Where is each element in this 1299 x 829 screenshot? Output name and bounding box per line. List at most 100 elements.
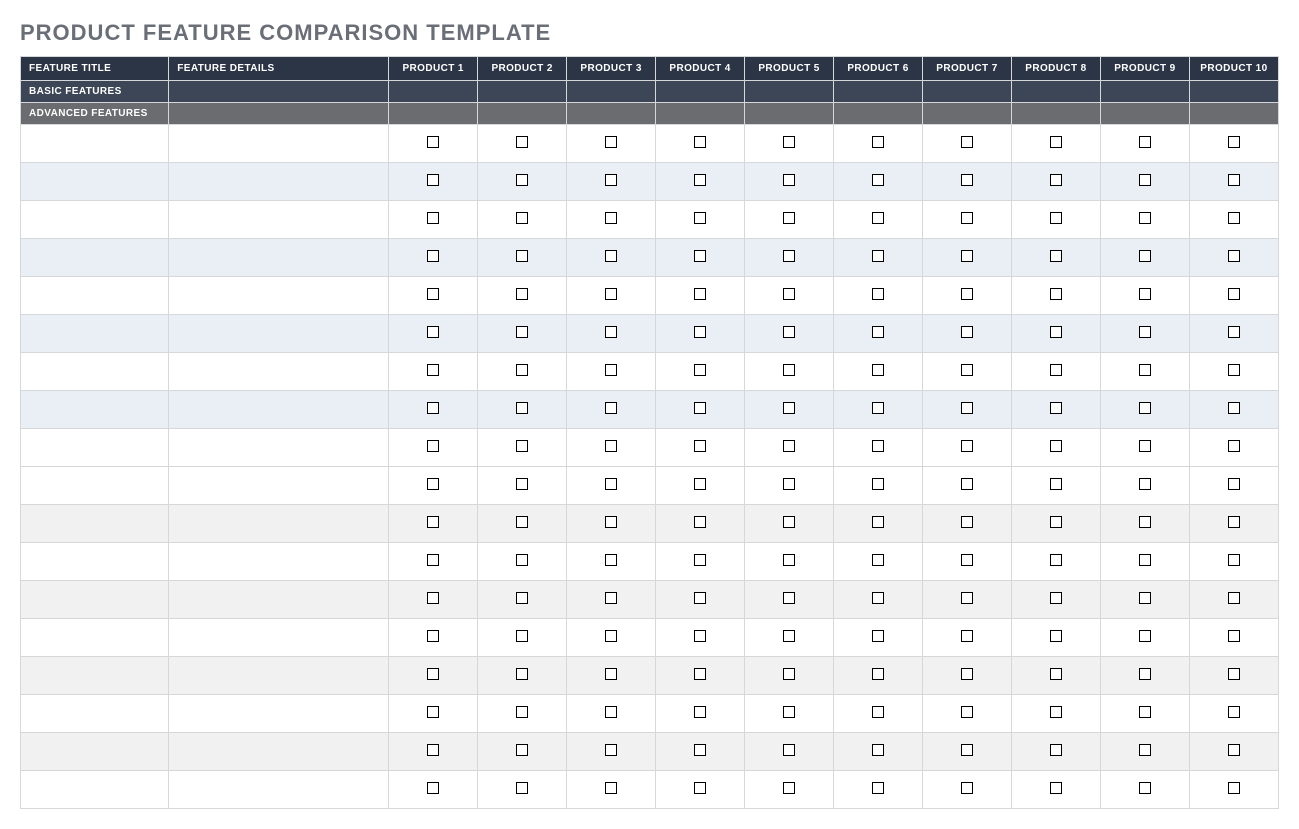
feature-checkbox[interactable]	[1228, 744, 1240, 756]
feature-checkbox[interactable]	[872, 326, 884, 338]
feature-checkbox[interactable]	[783, 402, 795, 414]
feature-checkbox[interactable]	[872, 478, 884, 490]
feature-checkbox[interactable]	[605, 326, 617, 338]
feature-checkbox[interactable]	[605, 250, 617, 262]
feature-checkbox[interactable]	[694, 782, 706, 794]
feature-checkbox[interactable]	[605, 402, 617, 414]
feature-checkbox[interactable]	[961, 364, 973, 376]
feature-checkbox[interactable]	[872, 516, 884, 528]
feature-checkbox[interactable]	[516, 744, 528, 756]
feature-checkbox[interactable]	[516, 212, 528, 224]
feature-checkbox[interactable]	[1050, 326, 1062, 338]
feature-checkbox[interactable]	[605, 668, 617, 680]
feature-checkbox[interactable]	[1139, 554, 1151, 566]
feature-checkbox[interactable]	[961, 174, 973, 186]
feature-checkbox[interactable]	[605, 554, 617, 566]
feature-checkbox[interactable]	[1228, 516, 1240, 528]
feature-checkbox[interactable]	[872, 668, 884, 680]
feature-checkbox[interactable]	[427, 592, 439, 604]
feature-checkbox[interactable]	[605, 174, 617, 186]
feature-checkbox[interactable]	[1228, 592, 1240, 604]
feature-details-cell[interactable]	[169, 391, 389, 429]
feature-checkbox[interactable]	[605, 136, 617, 148]
feature-checkbox[interactable]	[961, 326, 973, 338]
feature-checkbox[interactable]	[694, 212, 706, 224]
feature-checkbox[interactable]	[1050, 440, 1062, 452]
feature-checkbox[interactable]	[1139, 288, 1151, 300]
feature-checkbox[interactable]	[1139, 744, 1151, 756]
feature-details-cell[interactable]	[169, 277, 389, 315]
feature-checkbox[interactable]	[1139, 174, 1151, 186]
feature-checkbox[interactable]	[1139, 782, 1151, 794]
feature-checkbox[interactable]	[872, 744, 884, 756]
feature-details-cell[interactable]	[169, 315, 389, 353]
feature-checkbox[interactable]	[961, 402, 973, 414]
feature-title-cell[interactable]	[21, 277, 169, 315]
feature-details-cell[interactable]	[169, 239, 389, 277]
feature-checkbox[interactable]	[961, 554, 973, 566]
feature-checkbox[interactable]	[1050, 174, 1062, 186]
feature-checkbox[interactable]	[1228, 212, 1240, 224]
feature-checkbox[interactable]	[961, 250, 973, 262]
feature-checkbox[interactable]	[427, 744, 439, 756]
feature-checkbox[interactable]	[694, 668, 706, 680]
feature-checkbox[interactable]	[694, 478, 706, 490]
feature-checkbox[interactable]	[1050, 744, 1062, 756]
feature-checkbox[interactable]	[1139, 212, 1151, 224]
feature-checkbox[interactable]	[516, 668, 528, 680]
feature-checkbox[interactable]	[872, 592, 884, 604]
feature-checkbox[interactable]	[1228, 174, 1240, 186]
feature-checkbox[interactable]	[783, 744, 795, 756]
feature-checkbox[interactable]	[427, 326, 439, 338]
feature-checkbox[interactable]	[516, 250, 528, 262]
feature-checkbox[interactable]	[1050, 212, 1062, 224]
feature-checkbox[interactable]	[1050, 516, 1062, 528]
feature-checkbox[interactable]	[516, 554, 528, 566]
feature-details-cell[interactable]	[169, 163, 389, 201]
feature-title-cell[interactable]	[21, 239, 169, 277]
feature-checkbox[interactable]	[1139, 402, 1151, 414]
feature-checkbox[interactable]	[1050, 364, 1062, 376]
feature-checkbox[interactable]	[427, 402, 439, 414]
feature-checkbox[interactable]	[516, 402, 528, 414]
feature-checkbox[interactable]	[783, 212, 795, 224]
feature-checkbox[interactable]	[783, 706, 795, 718]
feature-checkbox[interactable]	[516, 288, 528, 300]
feature-checkbox[interactable]	[1139, 668, 1151, 680]
feature-checkbox[interactable]	[872, 288, 884, 300]
feature-checkbox[interactable]	[516, 136, 528, 148]
feature-checkbox[interactable]	[783, 364, 795, 376]
feature-checkbox[interactable]	[427, 478, 439, 490]
feature-details-cell[interactable]	[169, 353, 389, 391]
feature-checkbox[interactable]	[1050, 668, 1062, 680]
feature-checkbox[interactable]	[961, 212, 973, 224]
feature-checkbox[interactable]	[1050, 630, 1062, 642]
feature-checkbox[interactable]	[605, 744, 617, 756]
feature-title-cell[interactable]	[21, 315, 169, 353]
feature-checkbox[interactable]	[1228, 554, 1240, 566]
feature-checkbox[interactable]	[1050, 592, 1062, 604]
feature-checkbox[interactable]	[694, 744, 706, 756]
feature-checkbox[interactable]	[872, 554, 884, 566]
feature-checkbox[interactable]	[783, 782, 795, 794]
feature-checkbox[interactable]	[1050, 136, 1062, 148]
feature-checkbox[interactable]	[961, 744, 973, 756]
feature-checkbox[interactable]	[1139, 630, 1151, 642]
feature-checkbox[interactable]	[961, 706, 973, 718]
feature-checkbox[interactable]	[872, 706, 884, 718]
feature-checkbox[interactable]	[516, 478, 528, 490]
feature-checkbox[interactable]	[1139, 136, 1151, 148]
feature-details-cell[interactable]	[169, 581, 389, 619]
feature-checkbox[interactable]	[605, 706, 617, 718]
feature-details-cell[interactable]	[169, 771, 389, 809]
feature-checkbox[interactable]	[1050, 288, 1062, 300]
feature-details-cell[interactable]	[169, 429, 389, 467]
feature-checkbox[interactable]	[961, 630, 973, 642]
feature-checkbox[interactable]	[783, 326, 795, 338]
feature-checkbox[interactable]	[1050, 250, 1062, 262]
feature-checkbox[interactable]	[1228, 288, 1240, 300]
feature-checkbox[interactable]	[961, 440, 973, 452]
feature-details-cell[interactable]	[169, 657, 389, 695]
feature-checkbox[interactable]	[694, 440, 706, 452]
feature-checkbox[interactable]	[872, 364, 884, 376]
